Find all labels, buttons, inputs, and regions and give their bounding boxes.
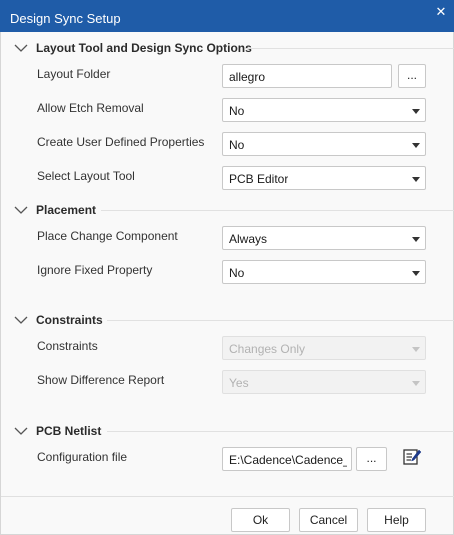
chevron-down-icon (14, 316, 28, 324)
user-props-value: No (229, 138, 245, 152)
chevron-down-icon (14, 44, 28, 52)
config-file-browse-button[interactable]: ... (356, 447, 387, 471)
allow-etch-label: Allow Etch Removal (37, 101, 144, 115)
ok-button[interactable]: Ok (231, 508, 290, 532)
edit-file-icon[interactable] (402, 447, 422, 467)
section-divider (101, 210, 454, 211)
ignore-fixed-select[interactable]: No (222, 260, 426, 284)
layout-folder-input[interactable]: allegro (222, 64, 392, 88)
layout-tool-value: PCB Editor (229, 172, 289, 186)
layout-tool-select[interactable]: PCB Editor (222, 166, 426, 190)
footer-divider (1, 496, 454, 497)
chevron-down-icon (412, 237, 420, 242)
section-placement-header[interactable]: Placement (1, 202, 454, 220)
section-netlist-title: PCB Netlist (36, 424, 102, 438)
layout-folder-label: Layout Folder (37, 67, 111, 81)
section-divider (107, 320, 454, 321)
ignore-fixed-value: No (229, 266, 245, 280)
layout-folder-value: allegro (229, 70, 266, 84)
chevron-down-icon (412, 177, 420, 182)
diff-report-label: Show Difference Report (37, 373, 165, 387)
user-props-label: Create User Defined Properties (37, 135, 205, 149)
diff-report-select: Yes (222, 370, 426, 394)
diff-report-value: Yes (229, 376, 249, 390)
ignore-fixed-label: Ignore Fixed Property (37, 263, 153, 277)
section-constraints-title: Constraints (36, 313, 103, 327)
allow-etch-select[interactable]: No (222, 98, 426, 122)
section-divider (245, 48, 454, 49)
chevron-down-icon (412, 109, 420, 114)
config-file-label: Configuration file (37, 450, 128, 464)
help-button[interactable]: Help (367, 508, 426, 532)
section-netlist-header[interactable]: PCB Netlist (1, 423, 454, 441)
section-placement-title: Placement (36, 203, 97, 217)
constraints-select: Changes Only (222, 336, 426, 360)
place-change-label: Place Change Component (37, 229, 178, 243)
close-icon[interactable]: ✕ (433, 4, 449, 20)
constraints-label: Constraints (37, 339, 98, 353)
chevron-down-icon (412, 381, 420, 386)
chevron-down-icon (412, 347, 420, 352)
window-title: Design Sync Setup (10, 11, 121, 26)
config-file-value: E:\Cadence\Cadence_S (229, 453, 347, 467)
place-change-value: Always (229, 232, 268, 246)
layout-folder-browse-button[interactable]: ... (398, 64, 426, 88)
layout-tool-label: Select Layout Tool (37, 169, 135, 183)
constraints-value: Changes Only (229, 342, 306, 356)
chevron-down-icon (14, 427, 28, 435)
cancel-button[interactable]: Cancel (299, 508, 358, 532)
user-props-select[interactable]: No (222, 132, 426, 156)
place-change-select[interactable]: Always (222, 226, 426, 250)
allow-etch-value: No (229, 104, 245, 118)
config-file-input[interactable]: E:\Cadence\Cadence_S (222, 447, 352, 471)
title-bar: Design Sync Setup ✕ (0, 0, 454, 32)
section-constraints-header[interactable]: Constraints (1, 312, 454, 330)
section-layout-header[interactable]: Layout Tool and Design Sync Options (1, 40, 454, 58)
dialog-body: Layout Tool and Design Sync Options Layo… (0, 32, 454, 535)
chevron-down-icon (412, 143, 420, 148)
section-layout-title: Layout Tool and Design Sync Options (36, 41, 252, 55)
chevron-down-icon (412, 271, 420, 276)
section-divider (107, 431, 454, 432)
chevron-down-icon (14, 206, 28, 214)
